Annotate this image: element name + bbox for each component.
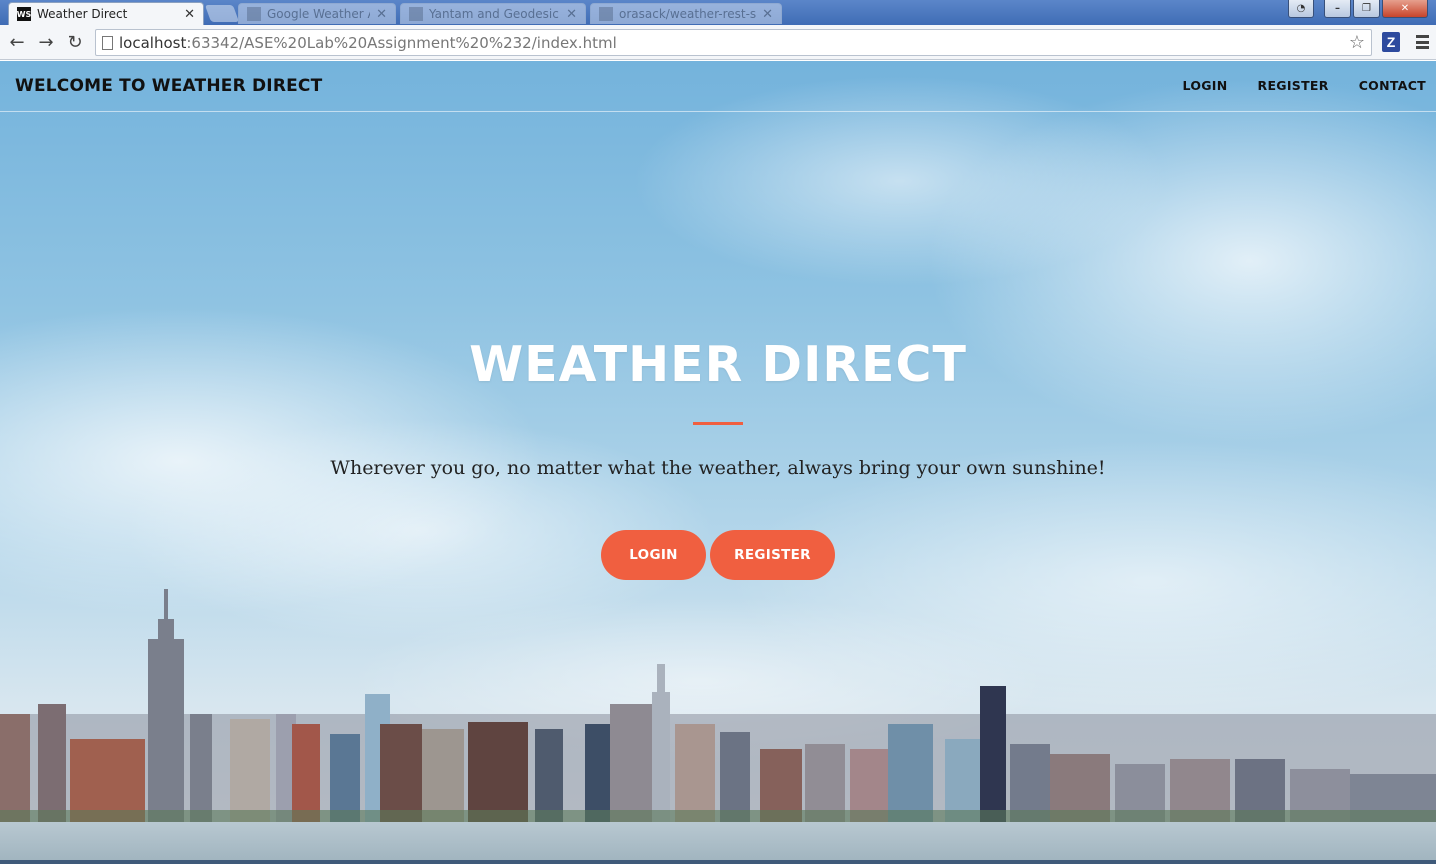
tab-title: orasack/weather-rest-s... [619,7,757,21]
nav-register-link[interactable]: REGISTER [1258,78,1329,93]
hero-tagline: Wherever you go, no matter what the weat… [330,457,1106,479]
star-icon[interactable]: ☆ [1349,32,1365,53]
user-icon[interactable]: ◔ [1288,0,1314,18]
browser-tab[interactable]: orasack/weather-rest-s... ✕ [590,3,782,24]
login-button[interactable]: LOGIN [601,530,706,580]
register-button[interactable]: REGISTER [710,530,835,580]
webstorm-favicon-icon: WS [17,7,31,21]
close-icon[interactable]: ✕ [184,7,195,22]
browser-tab-active[interactable]: WS Weather Direct ✕ [8,2,204,25]
browser-toolbar: ← → ↻ localhost:63342/ASE%20Lab%20Assign… [0,25,1436,60]
url-path: :63342/ASE%20Lab%20Assignment%20%232/ind… [186,33,617,52]
hero-section: WEATHER DIRECT Wherever you go, no matte… [0,336,1436,580]
tab-title: Google Weather API Scr... [267,7,370,21]
hero-title: WEATHER DIRECT [469,336,967,393]
minimize-icon[interactable]: – [1324,0,1351,18]
site-navbar: WELCOME TO WEATHER DIRECT LOGIN REGISTER… [0,61,1436,112]
page-icon [102,35,113,50]
browser-tabstrip: WS Weather Direct ✕ Google Weather API S… [0,0,1436,25]
hero-divider [693,422,743,425]
tab-favicon-icon [409,7,423,21]
site-brand[interactable]: WELCOME TO WEATHER DIRECT [15,76,322,96]
browser-tab[interactable]: Google Weather API Scr... ✕ [238,3,396,24]
page-viewport: WELCOME TO WEATHER DIRECT LOGIN REGISTER… [0,61,1436,864]
window-close-icon[interactable]: ✕ [1382,0,1428,18]
forward-arrow-icon[interactable]: → [35,31,57,53]
close-icon[interactable]: ✕ [762,7,773,22]
river-water [0,822,1436,864]
tab-title: Yantam and Geodesic ... [429,7,561,21]
taskbar-strip [0,860,1436,864]
new-tab-button[interactable] [204,5,240,22]
nav-login-link[interactable]: LOGIN [1183,78,1228,93]
url-host: localhost [119,33,187,52]
close-icon[interactable]: ✕ [566,7,577,22]
close-icon[interactable]: ✕ [376,7,387,22]
github-favicon-icon [599,7,613,21]
reload-icon[interactable]: ↻ [64,31,86,53]
extension-z-icon[interactable]: Z [1382,32,1400,52]
hero-buttons: LOGIN REGISTER [0,530,1436,580]
nav-contact-link[interactable]: CONTACT [1359,78,1426,93]
menu-icon[interactable] [1416,35,1429,49]
tab-title: Weather Direct [37,7,128,21]
city-skyline-background [0,589,1436,829]
tab-favicon-icon [247,7,261,21]
nav-links: LOGIN REGISTER CONTACT [1153,78,1427,93]
address-bar[interactable]: localhost:63342/ASE%20Lab%20Assignment%2… [95,29,1372,56]
window-controls: ◔ – ❐ ✕ [1288,0,1428,18]
maximize-icon[interactable]: ❐ [1353,0,1380,18]
browser-tab[interactable]: Yantam and Geodesic ... ✕ [400,3,586,24]
back-arrow-icon[interactable]: ← [6,31,28,53]
